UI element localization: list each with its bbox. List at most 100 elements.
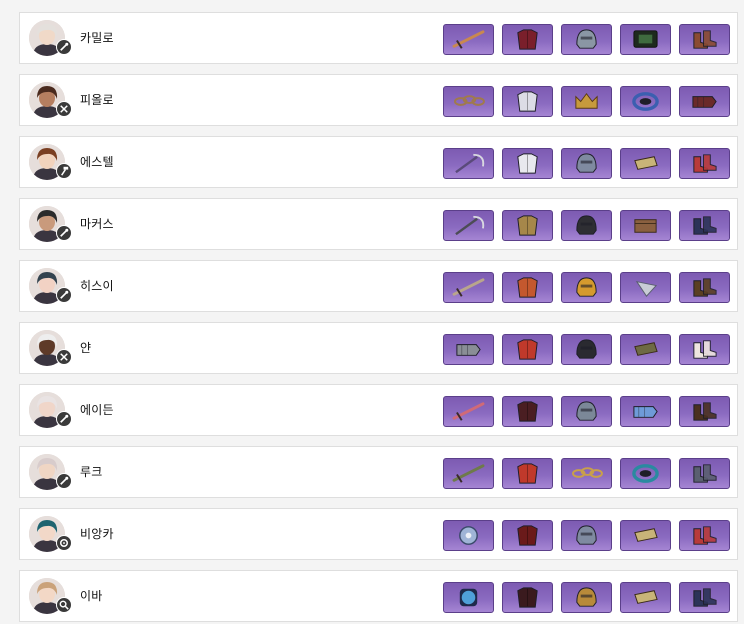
equipment-slot[interactable] xyxy=(443,24,494,55)
equipment-slot[interactable] xyxy=(620,396,671,427)
helmet-icon xyxy=(562,25,611,54)
equipment-slot[interactable] xyxy=(679,86,730,117)
equipment-slot[interactable] xyxy=(679,520,730,551)
crown-icon xyxy=(562,87,611,116)
equipment-slot[interactable] xyxy=(502,396,553,427)
character-name[interactable]: 에스텔 xyxy=(80,153,114,171)
equipment-slot[interactable] xyxy=(502,86,553,117)
character-row[interactable]: 루크 xyxy=(19,446,738,498)
equipment-slot[interactable] xyxy=(679,458,730,489)
character-row[interactable]: 에스텔 xyxy=(19,136,738,188)
helmet-icon xyxy=(562,211,611,240)
boots-icon xyxy=(680,25,729,54)
character-name[interactable]: 카밀로 xyxy=(80,29,114,47)
equipment-slot[interactable] xyxy=(502,582,553,613)
helmet-icon xyxy=(562,583,611,612)
equipment-slot[interactable] xyxy=(502,210,553,241)
character-name[interactable]: 이바 xyxy=(80,587,102,605)
equipment-slot[interactable] xyxy=(443,272,494,303)
shield-icon xyxy=(621,273,670,302)
character-row[interactable]: 카밀로 xyxy=(19,12,738,64)
character-name[interactable]: 마커스 xyxy=(80,215,114,233)
equipment-slot[interactable] xyxy=(561,148,612,179)
character-name[interactable]: 루크 xyxy=(80,463,102,481)
character-row[interactable]: 에이든 xyxy=(19,384,738,436)
bracer-icon xyxy=(621,335,670,364)
equipment-slot[interactable] xyxy=(443,396,494,427)
character-row[interactable]: 마커스 xyxy=(19,198,738,250)
character-row[interactable]: 이바 xyxy=(19,570,738,622)
equipment-slot[interactable] xyxy=(679,396,730,427)
chain-icon xyxy=(562,459,611,488)
character-name[interactable]: 히스이 xyxy=(80,277,114,295)
equipment-slot[interactable] xyxy=(561,582,612,613)
equipment-slot[interactable] xyxy=(679,210,730,241)
armor-icon xyxy=(503,211,552,240)
equipment-slot[interactable] xyxy=(502,458,553,489)
equipment-slot[interactable] xyxy=(620,582,671,613)
gear-icon xyxy=(56,535,72,551)
boots-icon xyxy=(680,459,729,488)
character-row[interactable]: 얀 xyxy=(19,322,738,374)
equipment-slot[interactable] xyxy=(679,582,730,613)
wrench-icon xyxy=(56,287,72,303)
boots-icon xyxy=(680,521,729,550)
equipment-slot[interactable] xyxy=(620,86,671,117)
box-icon xyxy=(621,211,670,240)
equipment-slot[interactable] xyxy=(443,148,494,179)
equipment-slot[interactable] xyxy=(443,520,494,551)
armor-icon xyxy=(503,459,552,488)
boots-icon xyxy=(680,583,729,612)
equipment-slot[interactable] xyxy=(561,520,612,551)
wrench-icon xyxy=(56,473,72,489)
equipment-slot[interactable] xyxy=(443,210,494,241)
equipment-slot[interactable] xyxy=(620,272,671,303)
equipment-slot[interactable] xyxy=(679,334,730,365)
equipment-slot[interactable] xyxy=(620,148,671,179)
character-name[interactable]: 얀 xyxy=(80,339,91,357)
equipment-slot[interactable] xyxy=(679,272,730,303)
equipment-slot[interactable] xyxy=(502,24,553,55)
character-name[interactable]: 에이든 xyxy=(80,401,114,419)
helmet-icon xyxy=(562,397,611,426)
character-row[interactable]: 히스이 xyxy=(19,260,738,312)
character-name[interactable]: 피올로 xyxy=(80,91,114,109)
equipment-slot[interactable] xyxy=(502,520,553,551)
equipment-slot[interactable] xyxy=(561,210,612,241)
equipment-slot[interactable] xyxy=(620,520,671,551)
equipment-slot[interactable] xyxy=(443,582,494,613)
orb-icon xyxy=(444,583,493,612)
gauntlet-icon xyxy=(680,87,729,116)
bracer-icon xyxy=(621,583,670,612)
equipment-slot[interactable] xyxy=(561,24,612,55)
equipment-slot[interactable] xyxy=(561,86,612,117)
equipment-slot[interactable] xyxy=(561,334,612,365)
equipment-slot[interactable] xyxy=(443,334,494,365)
equipment-slot[interactable] xyxy=(620,334,671,365)
armor-icon xyxy=(503,149,552,178)
equipment-slot[interactable] xyxy=(502,148,553,179)
character-row[interactable]: 피올로 xyxy=(19,74,738,126)
sword-icon xyxy=(444,459,493,488)
gauntlet-icon xyxy=(621,397,670,426)
character-name[interactable]: 비앙카 xyxy=(80,525,114,543)
armor-icon xyxy=(503,583,552,612)
equipment-slot[interactable] xyxy=(679,24,730,55)
sword-icon xyxy=(444,397,493,426)
armor-icon xyxy=(503,521,552,550)
character-row[interactable]: 비앙카 xyxy=(19,508,738,560)
equipment-slot[interactable] xyxy=(620,210,671,241)
boots-icon xyxy=(680,211,729,240)
equipment-slot[interactable] xyxy=(561,458,612,489)
equipment-slot[interactable] xyxy=(443,458,494,489)
search-icon xyxy=(56,597,72,613)
equipment-slot[interactable] xyxy=(561,396,612,427)
armor-icon xyxy=(503,25,552,54)
equipment-slot[interactable] xyxy=(561,272,612,303)
equipment-slot[interactable] xyxy=(620,24,671,55)
equipment-slot[interactable] xyxy=(502,272,553,303)
equipment-slot[interactable] xyxy=(502,334,553,365)
equipment-slot[interactable] xyxy=(620,458,671,489)
equipment-slot[interactable] xyxy=(443,86,494,117)
equipment-slot[interactable] xyxy=(679,148,730,179)
